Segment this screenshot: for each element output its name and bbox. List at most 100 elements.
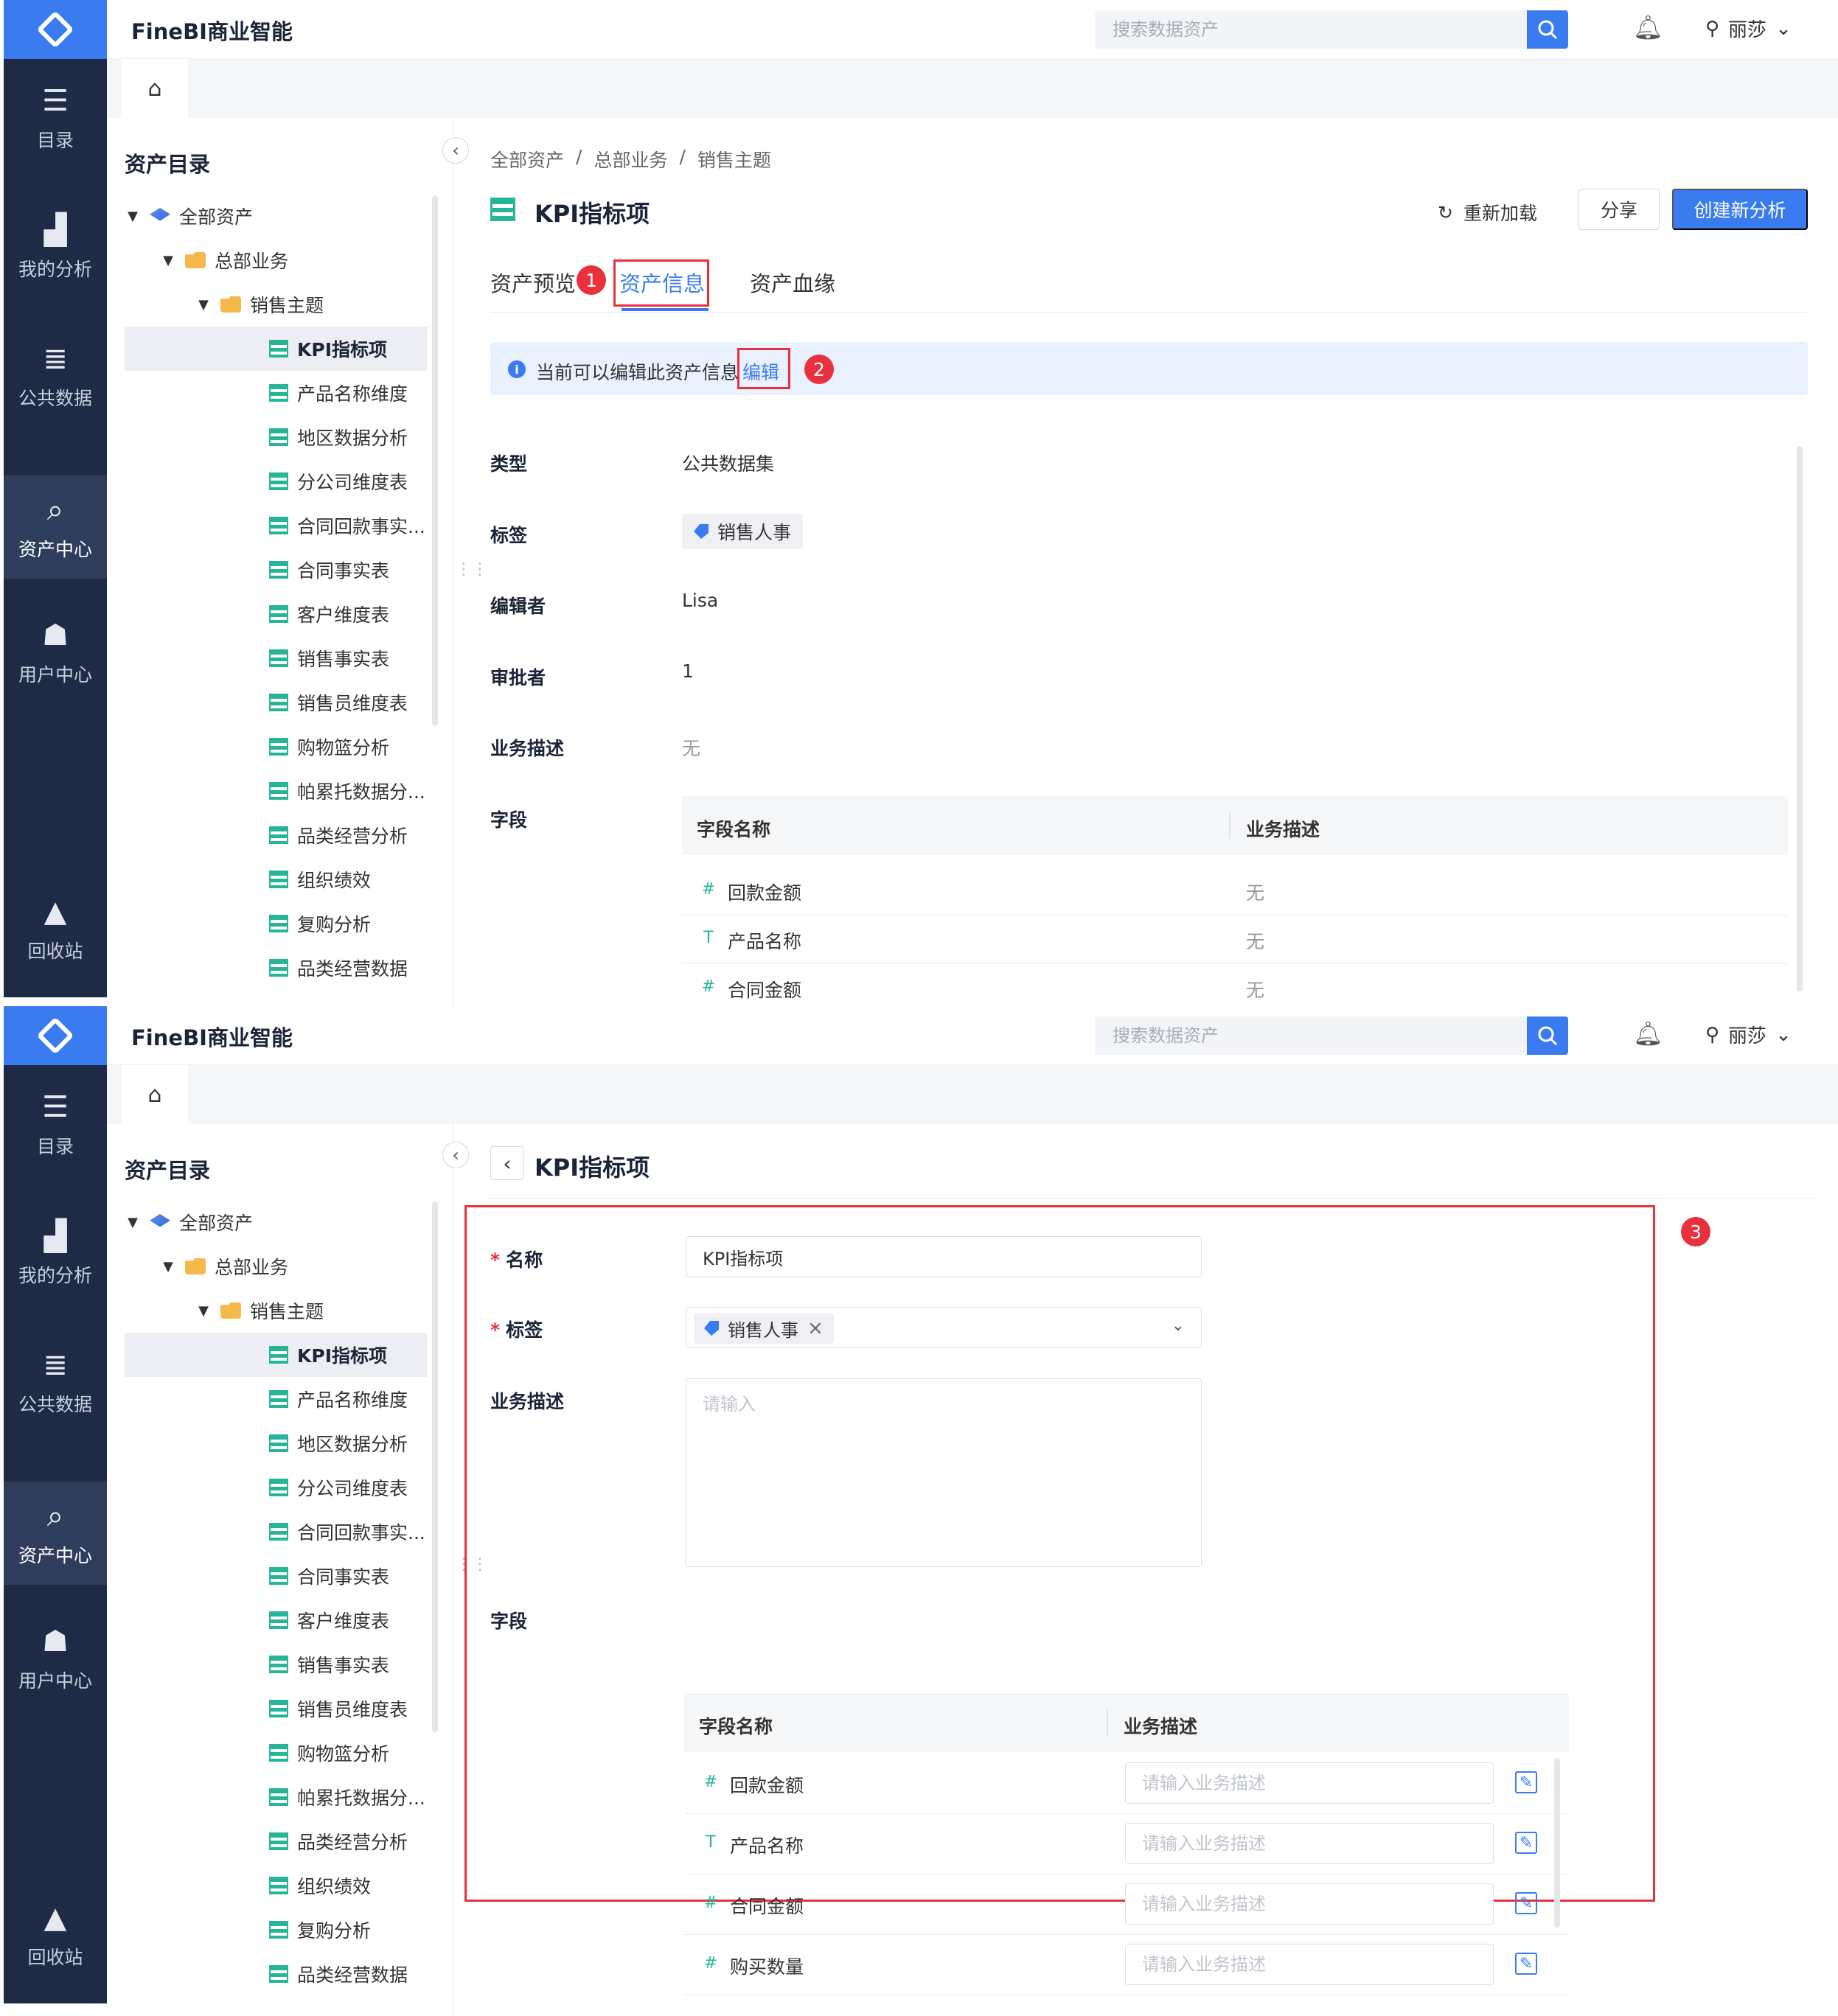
tree-item[interactable]: 产品名称维度 bbox=[125, 371, 427, 415]
tree-item[interactable]: 产品名称维度 bbox=[125, 1377, 427, 1421]
name-input[interactable] bbox=[686, 1236, 1202, 1277]
tree-scrollbar[interactable] bbox=[432, 195, 438, 726]
user-menu[interactable]: ⚲ 丽莎 ⌄ bbox=[1705, 15, 1792, 42]
tree-item[interactable]: 销售员维度表 bbox=[125, 1687, 427, 1731]
tree-node-hq[interactable]: ▼ 总部业务 bbox=[125, 1244, 427, 1288]
field-desc-input[interactable] bbox=[1125, 1883, 1494, 1925]
share-button[interactable]: 分享 bbox=[1578, 189, 1660, 230]
tree-item[interactable]: 复购分析 bbox=[125, 1908, 427, 1952]
resize-handle-icon[interactable]: ⋮⋮ bbox=[456, 560, 488, 579]
field-desc-input[interactable] bbox=[1125, 1762, 1494, 1804]
reload-button[interactable]: ↻ 重新加载 bbox=[1438, 199, 1537, 226]
nav-asset-center[interactable]: ⌕ 资产中心 bbox=[4, 1482, 107, 1585]
bell-icon[interactable]: 🔔︎ bbox=[1633, 1019, 1663, 1047]
tree-item[interactable]: 品类经营分析 bbox=[125, 813, 427, 857]
nav-my-analysis[interactable]: ▟ 我的分析 bbox=[4, 1201, 107, 1305]
tree-item[interactable]: 合同回款事实... bbox=[125, 1510, 427, 1554]
tree-item[interactable]: 组织绩效 bbox=[125, 1863, 427, 1908]
nav-my-analysis[interactable]: ▟ 我的分析 bbox=[4, 195, 107, 299]
nav-recycle[interactable]: ▲ 回收站 bbox=[4, 877, 107, 980]
close-icon[interactable]: × bbox=[807, 1317, 824, 1339]
desc-textarea[interactable] bbox=[686, 1378, 1202, 1567]
fields-scrollbar[interactable] bbox=[1554, 1758, 1560, 1928]
table-icon bbox=[269, 1656, 288, 1673]
bell-icon[interactable]: 🔔︎ bbox=[1633, 13, 1663, 41]
database-icon: ≣ bbox=[43, 1348, 68, 1382]
content-scrollbar[interactable] bbox=[1797, 446, 1803, 991]
tree-item[interactable]: 分公司维度表 bbox=[125, 1465, 427, 1510]
tree-item[interactable]: 品类经营数据 bbox=[125, 1952, 427, 1996]
tree-node-sales[interactable]: ▼ 销售主题 bbox=[125, 282, 427, 327]
caret-down-icon[interactable]: ▼ bbox=[160, 1259, 176, 1274]
search-input[interactable] bbox=[1095, 1016, 1528, 1055]
caret-down-icon[interactable]: ▼ bbox=[160, 253, 176, 268]
field-desc-input[interactable] bbox=[1125, 1944, 1494, 1985]
asset-tree-panel: 资产目录 ▼ 全部资产 ▼ 总部业务 ▼ 销售主题 KPI指标项 产品名称维度 地区数… bbox=[107, 1124, 453, 2012]
tag-select[interactable]: 销售人事 × ⌄ bbox=[686, 1307, 1202, 1348]
nav-user-center[interactable]: ☗ 用户中心 bbox=[4, 601, 107, 704]
tree-node-root[interactable]: ▼ 全部资产 bbox=[125, 1200, 427, 1244]
nav-catalog[interactable]: ☰ 目录 bbox=[4, 66, 107, 170]
edit-desc-icon[interactable]: ✎ bbox=[1515, 1892, 1537, 1914]
tree-item[interactable]: 帕累托数据分... bbox=[125, 769, 427, 813]
caret-down-icon[interactable]: ▼ bbox=[125, 209, 141, 224]
tree-item[interactable]: 品类经营分析 bbox=[125, 1819, 427, 1863]
tree-item[interactable]: 购物篮分析 bbox=[125, 725, 427, 769]
field-desc-input[interactable] bbox=[1125, 1823, 1494, 1864]
tree-item[interactable]: 客户维度表 bbox=[125, 1598, 427, 1642]
back-button[interactable]: ‹ bbox=[490, 1146, 524, 1180]
caret-down-icon[interactable]: ▼ bbox=[195, 1303, 212, 1319]
logo-icon[interactable] bbox=[4, 0, 107, 59]
tree-item[interactable]: 合同回款事实... bbox=[125, 503, 427, 548]
tree-item[interactable]: 分公司维度表 bbox=[125, 459, 427, 503]
tree-item[interactable]: 购物篮分析 bbox=[125, 1731, 427, 1775]
edit-desc-icon[interactable]: ✎ bbox=[1515, 1771, 1537, 1793]
tree-item[interactable]: 品类经营数据 bbox=[125, 946, 427, 990]
create-analysis-button[interactable]: 创建新分析 bbox=[1672, 189, 1808, 230]
tree-item[interactable]: 客户维度表 bbox=[125, 592, 427, 636]
nav-recycle[interactable]: ▲ 回收站 bbox=[4, 1883, 107, 1987]
caret-down-icon[interactable]: ▼ bbox=[195, 297, 212, 313]
tree-item-kpi[interactable]: KPI指标项 bbox=[125, 1333, 427, 1377]
logo-icon[interactable] bbox=[4, 1006, 107, 1065]
edit-desc-icon[interactable]: ✎ bbox=[1515, 1832, 1537, 1854]
collapse-panel-button[interactable]: ‹ bbox=[442, 137, 469, 164]
user-menu[interactable]: ⚲ 丽莎 ⌄ bbox=[1705, 1021, 1792, 1048]
collapse-panel-button[interactable]: ‹ bbox=[442, 1142, 469, 1168]
tab-preview[interactable]: 资产预览 bbox=[490, 267, 576, 298]
tree-item[interactable]: 销售事实表 bbox=[125, 1642, 427, 1687]
breadcrumb-all[interactable]: 全部资产 bbox=[490, 146, 564, 172]
chevron-down-icon[interactable]: ⌄ bbox=[1172, 1316, 1185, 1335]
tree-item[interactable]: 销售员维度表 bbox=[125, 680, 427, 725]
tree-node-root[interactable]: ▼ 全部资产 bbox=[125, 194, 427, 238]
tree-scrollbar[interactable] bbox=[432, 1201, 438, 1732]
tree-item-kpi[interactable]: KPI指标项 bbox=[125, 327, 427, 371]
tree-item[interactable]: 合同事实表 bbox=[125, 548, 427, 592]
home-tab[interactable]: ⌂ bbox=[122, 59, 188, 118]
home-tab[interactable]: ⌂ bbox=[122, 1065, 188, 1124]
nav-public-data[interactable]: ≣ 公共数据 bbox=[4, 324, 107, 428]
tree-node-sales[interactable]: ▼ 销售主题 bbox=[125, 1288, 427, 1333]
tree-item[interactable]: 复购分析 bbox=[125, 901, 427, 946]
caret-down-icon[interactable]: ▼ bbox=[125, 1215, 141, 1230]
tree-item[interactable]: 销售事实表 bbox=[125, 636, 427, 680]
prop-label-editor: 编辑者 bbox=[490, 596, 546, 617]
search-button[interactable] bbox=[1527, 10, 1568, 49]
search-button[interactable] bbox=[1527, 1016, 1568, 1055]
nav-catalog[interactable]: ☰ 目录 bbox=[4, 1072, 107, 1176]
tab-lineage[interactable]: 资产血缘 bbox=[750, 267, 835, 298]
tree-item[interactable]: 组织绩效 bbox=[125, 857, 427, 901]
edit-desc-icon[interactable]: ✎ bbox=[1515, 1953, 1537, 1975]
nav-public-data[interactable]: ≣ 公共数据 bbox=[4, 1330, 107, 1434]
tree-item[interactable]: 帕累托数据分... bbox=[125, 1775, 427, 1819]
nav-user-center[interactable]: ☗ 用户中心 bbox=[4, 1607, 107, 1710]
tree-node-hq[interactable]: ▼ 总部业务 bbox=[125, 238, 427, 282]
search-input[interactable] bbox=[1095, 10, 1528, 49]
search-box bbox=[1095, 1016, 1568, 1055]
tree-item[interactable]: 地区数据分析 bbox=[125, 1421, 427, 1465]
breadcrumb-hq[interactable]: 总部业务 bbox=[593, 146, 667, 172]
tree-item[interactable]: 合同事实表 bbox=[125, 1554, 427, 1598]
nav-asset-center[interactable]: ⌕ 资产中心 bbox=[4, 475, 107, 579]
tree-item[interactable]: 地区数据分析 bbox=[125, 415, 427, 459]
breadcrumb-sales[interactable]: 销售主题 bbox=[697, 146, 771, 172]
